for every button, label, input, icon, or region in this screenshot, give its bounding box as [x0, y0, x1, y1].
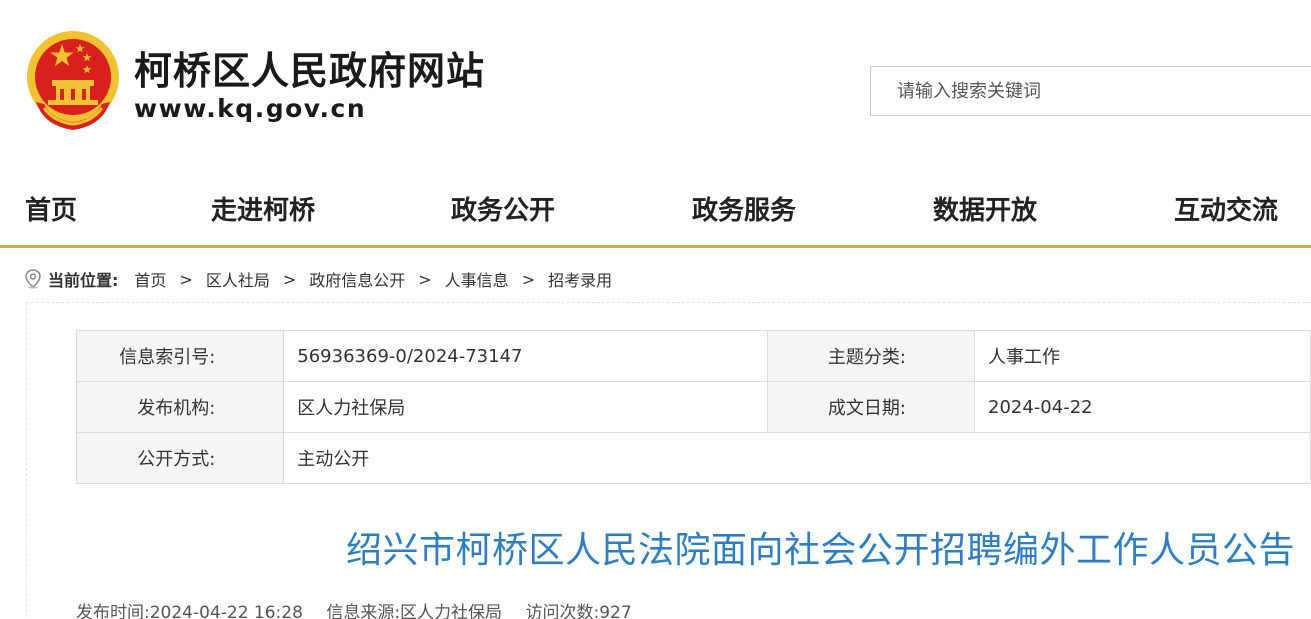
meta-label-org: 发布机构:	[75, 381, 285, 433]
nav-item-gov-disclosure[interactable]: 政务公开	[451, 190, 555, 227]
article-title: 绍兴市柯桥区人民法院面向社会公开招聘编外工作人员公告	[345, 530, 1295, 571]
meta-row: 公开方式: 主动公开	[75, 432, 1311, 484]
publish-time: 发布时间:2024-04-22 16:28	[76, 603, 303, 619]
nav-item-home[interactable]: 首页	[25, 190, 77, 227]
breadcrumb-separator: >	[282, 269, 297, 289]
nav-item-gov-services[interactable]: 政务服务	[692, 190, 796, 227]
site-header: 柯桥区人民政府网站 www.kq.gov.cn	[0, 0, 1311, 150]
search-box	[870, 66, 1311, 116]
main-nav: 首页 走进柯桥 政务公开 政务服务 数据开放 互动交流	[0, 180, 1311, 248]
meta-label-mode: 公开方式:	[75, 432, 285, 484]
breadcrumb-item-home[interactable]: 首页	[134, 267, 166, 291]
meta-value-mode: 主动公开	[283, 432, 1311, 484]
visit-count: 访问次数:927	[525, 603, 632, 619]
nav-item-interaction[interactable]: 互动交流	[1174, 190, 1278, 227]
site-domain: www.kq.gov.cn	[134, 94, 367, 123]
meta-value-date: 2024-04-22	[974, 381, 1311, 433]
info-meta-table: 信息索引号: 56936369-0/2024-73147 主题分类: 人事工作 …	[75, 330, 1311, 484]
breadcrumb-separator: >	[521, 269, 536, 289]
meta-label-topic: 主题分类:	[766, 330, 976, 382]
breadcrumb: 当前位置: 首页 > 区人社局 > 政府信息公开 > 人事信息 > 招考录用	[24, 266, 612, 292]
location-pin-icon	[25, 269, 41, 289]
article-meta: 发布时间:2024-04-22 16:28 信息来源:区人力社保局 访问次数:9…	[76, 598, 650, 619]
meta-label-date: 成文日期:	[766, 381, 976, 433]
national-emblem-icon	[27, 31, 119, 130]
breadcrumb-label: 当前位置:	[48, 271, 119, 290]
meta-row: 发布机构: 区人力社保局 成文日期: 2024-04-22	[75, 381, 1311, 433]
info-source: 信息来源:区人力社保局	[326, 603, 503, 619]
breadcrumb-item-recruitment[interactable]: 招考录用	[548, 267, 612, 291]
nav-item-about-keqiao[interactable]: 走进柯桥	[211, 190, 315, 227]
breadcrumb-item-gov-info[interactable]: 政府信息公开	[309, 267, 405, 291]
nav-item-open-data[interactable]: 数据开放	[933, 190, 1037, 227]
meta-value-topic: 人事工作	[974, 330, 1311, 382]
breadcrumb-separator: >	[179, 269, 193, 289]
search-input[interactable]	[871, 67, 1311, 115]
breadcrumb-separator: >	[418, 269, 432, 289]
breadcrumb-item-personnel-info[interactable]: 人事信息	[445, 267, 509, 291]
meta-value-org: 区人力社保局	[283, 381, 768, 433]
meta-value-index: 56936369-0/2024-73147	[283, 330, 768, 382]
site-title: 柯桥区人民政府网站	[134, 49, 486, 93]
breadcrumb-item-hr-bureau[interactable]: 区人社局	[206, 267, 270, 291]
meta-label-index: 信息索引号:	[75, 330, 285, 382]
meta-row: 信息索引号: 56936369-0/2024-73147 主题分类: 人事工作	[75, 330, 1311, 382]
